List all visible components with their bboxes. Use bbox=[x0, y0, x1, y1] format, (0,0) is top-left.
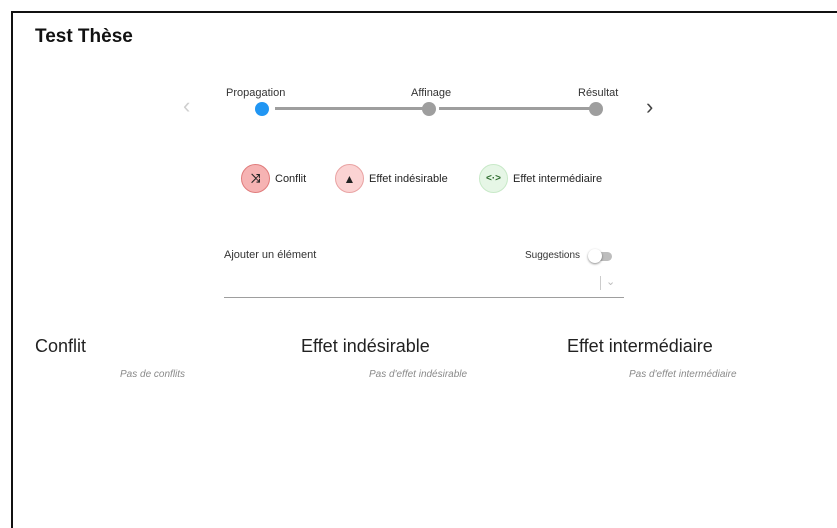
column-title-conflit: Conflit bbox=[35, 336, 87, 356]
column-empty-effet-intermediaire: Pas d'effet intermédiaire bbox=[629, 369, 737, 380]
legend-item-effet-indesirable: ▲ Effet indésirable bbox=[335, 164, 448, 193]
page-title: Test Thèse bbox=[35, 26, 133, 47]
legend-label: Effet indésirable bbox=[369, 172, 448, 185]
legend-item-effet-intermediaire: <·> Effet intermédiaire bbox=[479, 164, 602, 193]
step-label-affinage: Affinage bbox=[411, 87, 452, 99]
column-title-effet-indesirable: Effet indésirable bbox=[301, 336, 430, 356]
step-dot-resultat[interactable] bbox=[589, 102, 603, 116]
app-window: Test Thèse ‹ Propagation Affinage Résult… bbox=[11, 11, 837, 528]
column-title-effet-intermediaire: Effet intermédiaire bbox=[567, 336, 713, 356]
step-dot-affinage[interactable] bbox=[422, 102, 436, 116]
chevron-down-icon[interactable]: ⌄ bbox=[606, 275, 615, 288]
arrows-horizontal-icon: <·> bbox=[479, 164, 508, 193]
legend-item-conflit: ⤨ Conflit bbox=[241, 164, 306, 193]
suggestions-label: Suggestions bbox=[525, 250, 581, 261]
step-connector bbox=[439, 107, 594, 110]
step-dot-propagation[interactable] bbox=[255, 102, 269, 116]
step-label-propagation: Propagation bbox=[226, 87, 286, 99]
column-empty-effet-indesirable: Pas d'effet indésirable bbox=[369, 369, 468, 380]
legend-label: Effet intermédiaire bbox=[513, 172, 603, 185]
legend-label: Conflit bbox=[275, 172, 307, 185]
step-connector bbox=[275, 107, 425, 110]
add-element-label: Ajouter un élément bbox=[224, 249, 317, 261]
step-label-resultat: Résultat bbox=[578, 87, 619, 99]
column-empty-conflit: Pas de conflits bbox=[120, 369, 186, 380]
select-separator bbox=[600, 276, 601, 290]
suggestions-toggle[interactable] bbox=[588, 249, 614, 263]
chevron-right-icon[interactable]: › bbox=[646, 96, 653, 118]
warning-icon: ▲ bbox=[335, 164, 364, 193]
chevron-left-icon[interactable]: ‹ bbox=[183, 95, 190, 117]
add-element-select[interactable] bbox=[224, 297, 624, 298]
shuffle-icon: ⤨ bbox=[241, 164, 270, 193]
toggle-knob bbox=[588, 249, 602, 263]
